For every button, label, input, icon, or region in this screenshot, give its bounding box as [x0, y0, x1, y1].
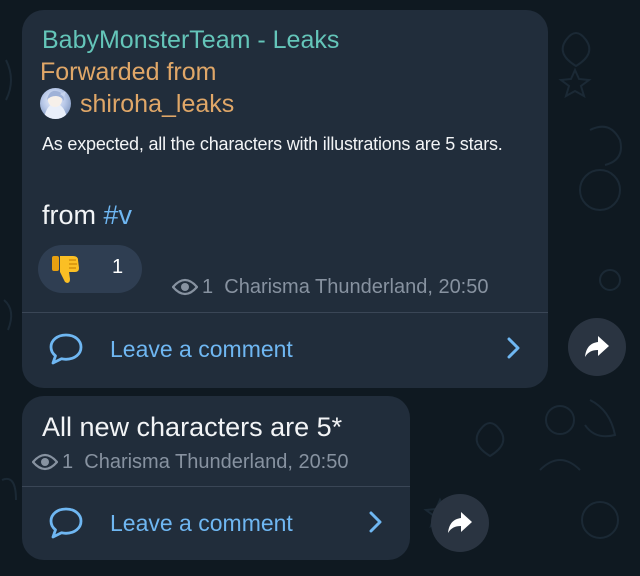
share-button-2[interactable]	[431, 494, 489, 552]
message-meta: 1 Charisma Thunderland, 20:50	[172, 276, 489, 299]
reaction-count: 1	[112, 256, 124, 278]
share-button-1[interactable]	[568, 318, 626, 376]
message-bubble-1[interactable]: BabyMonsterTeam - Leaks Forwarded from s…	[22, 10, 548, 388]
avatar-illustration	[44, 90, 67, 119]
channel-name[interactable]: BabyMonsterTeam - Leaks	[42, 26, 339, 55]
source-avatar[interactable]	[40, 88, 71, 119]
eye-icon	[172, 278, 198, 296]
author-time: Charisma Thunderland, 20:50	[224, 276, 489, 298]
comment-divider	[22, 486, 410, 487]
thumbs-down-icon	[52, 256, 79, 283]
reaction-chip[interactable]: 1	[38, 245, 142, 293]
message-bubble-2[interactable]: All new characters are 5* 1 Charisma Thu…	[22, 396, 410, 560]
eye-icon	[32, 453, 58, 471]
chevron-right-icon	[369, 511, 382, 533]
message-text: All new characters are 5*	[42, 412, 343, 442]
leave-comment-row[interactable]: Leave a comment	[22, 497, 410, 547]
leave-comment-label[interactable]: Leave a comment	[110, 336, 293, 363]
message-text: As expected, all the characters with ill…	[42, 134, 503, 154]
comment-bubble-icon	[49, 333, 83, 365]
comment-divider	[22, 312, 548, 313]
forwarded-label: Forwarded from	[40, 58, 217, 86]
leave-comment-label[interactable]: Leave a comment	[110, 510, 293, 537]
message-meta: 1 Charisma Thunderland, 20:50	[32, 451, 349, 474]
hashtag-link[interactable]: #v	[104, 200, 133, 230]
author-time: Charisma Thunderland, 20:50	[84, 451, 349, 473]
leave-comment-row[interactable]: Leave a comment	[22, 323, 548, 373]
chevron-right-icon	[507, 337, 520, 359]
share-arrow-icon	[585, 336, 609, 357]
view-count: 1	[202, 276, 214, 298]
from-prefix: from	[42, 200, 104, 230]
from-line: from #v	[42, 200, 132, 231]
comment-bubble-icon	[49, 507, 83, 539]
share-arrow-icon	[448, 512, 472, 533]
view-count: 1	[62, 451, 74, 473]
source-channel-name[interactable]: shiroha_leaks	[80, 90, 234, 119]
